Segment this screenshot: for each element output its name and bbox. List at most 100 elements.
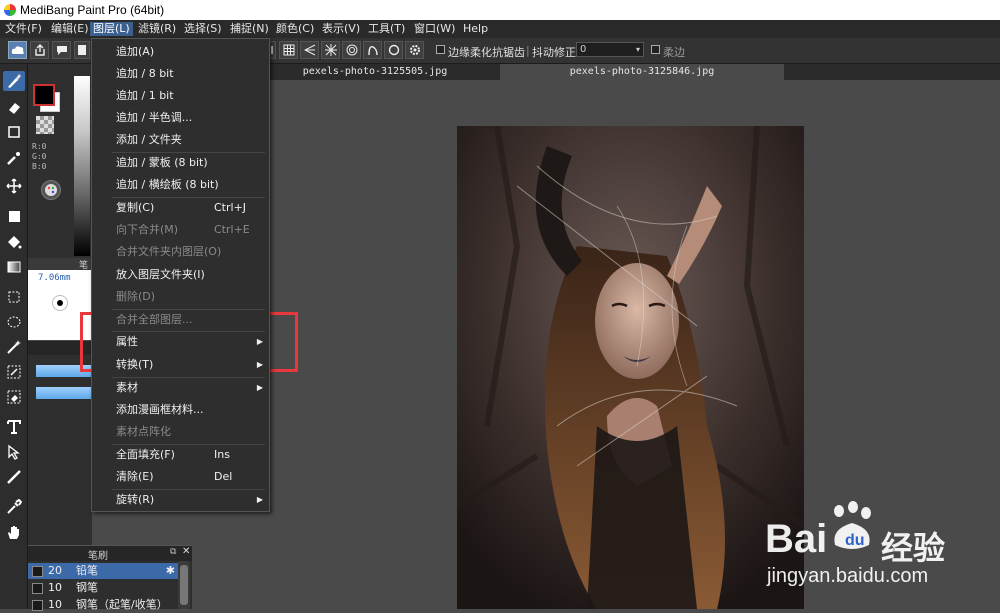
soft-edge-label: 柔边	[663, 46, 685, 59]
menu-snap[interactable]: 捕捉(N)	[227, 22, 272, 36]
detach-icon[interactable]: ⧉	[170, 547, 176, 557]
rect-select-tool-icon[interactable]	[3, 287, 25, 307]
gear-icon[interactable]: ✱	[166, 563, 175, 579]
menu-item-label: 旋转(R)	[116, 493, 155, 506]
menu-item-merge-all[interactable]: 合并全部图层...	[116, 310, 263, 330]
tab-document-1[interactable]: pexels-photo-3125505.jpg	[270, 64, 480, 80]
menu-item-put-in-folder[interactable]: 放入图层文件夹(I)	[116, 265, 263, 285]
menu-select[interactable]: 选择(S)	[181, 22, 225, 36]
menu-item-add[interactable]: 追加(A)	[116, 42, 263, 62]
radial-icon[interactable]	[321, 41, 340, 59]
transparent-color-swatch[interactable]	[36, 116, 54, 134]
rectangle-tool-icon[interactable]	[3, 122, 25, 142]
brush-tool-icon[interactable]	[3, 71, 25, 91]
brush-size: 20	[48, 564, 62, 577]
menu-item-clear[interactable]: 清除(E) Del	[116, 467, 263, 487]
cloud-icon[interactable]	[8, 41, 27, 59]
grid-icon[interactable]	[279, 41, 298, 59]
menu-item-merge-down[interactable]: 向下合并(M) Ctrl+E	[116, 220, 263, 240]
hand-tool-icon[interactable]	[3, 522, 25, 542]
menu-item-shortcut: Del	[214, 470, 233, 483]
menu-filter[interactable]: 滤镜(R)	[135, 22, 179, 36]
canvas-image[interactable]	[457, 126, 804, 609]
move-tool-icon[interactable]	[3, 176, 25, 196]
paw-logo-icon: du	[834, 501, 871, 549]
brightness-slider[interactable]	[74, 76, 90, 256]
brush-swatch	[32, 566, 43, 577]
menu-file[interactable]: 文件(F)	[2, 22, 45, 36]
menu-layer[interactable]: 图层(L)	[90, 22, 133, 36]
eraser-tool-icon[interactable]	[3, 97, 25, 117]
menu-help[interactable]: Help	[460, 22, 491, 36]
menu-item-rasterize-material[interactable]: 素材点阵化	[116, 422, 263, 442]
select-pen-tool-icon[interactable]	[3, 362, 25, 382]
operation-tool-icon[interactable]	[3, 442, 25, 462]
close-icon[interactable]: ✕	[182, 546, 190, 557]
menu-item-fill[interactable]: 全面填充(F) Ins	[116, 445, 263, 465]
menu-item-properties[interactable]: 属性 ▶	[116, 332, 263, 352]
menu-item-add-halftone[interactable]: 追加 / 半色调...	[116, 108, 263, 128]
menu-item-add-8bit[interactable]: 追加 / 8 bit	[116, 64, 263, 84]
palette-icon[interactable]	[41, 180, 61, 200]
tab-document-2[interactable]: pexels-photo-3125846.jpg	[500, 64, 784, 80]
lasso-tool-icon[interactable]	[3, 312, 25, 332]
brush-name: 铅笔	[76, 564, 98, 577]
menu-view[interactable]: 表示(V)	[319, 22, 363, 36]
menu-item-add-sketch[interactable]: 追加 / 横绘板 (8 bit)	[116, 175, 263, 195]
magic-wand-tool-icon[interactable]	[3, 337, 25, 357]
toolbar-divider: |	[526, 44, 530, 57]
menu-item-material[interactable]: 素材 ▶	[116, 378, 263, 398]
gear-icon[interactable]	[405, 41, 424, 59]
menu-item-add-mask[interactable]: 追加 / 蒙板 (8 bit)	[116, 153, 263, 173]
layer-blend-bar[interactable]	[36, 387, 92, 399]
menu-item-shortcut: Ctrl+J	[214, 201, 247, 214]
menu-item-add-comic-frame[interactable]: 添加漫画框材料...	[116, 400, 263, 420]
menu-bar: 文件(F) 编辑(E) 图层(L) 滤镜(R) 选择(S) 捕捉(N) 颜色(C…	[0, 20, 1000, 39]
stabilizer-select[interactable]: 0 ▾	[576, 42, 644, 57]
menu-item-delete[interactable]: 删除(D)	[116, 287, 263, 307]
bucket-tool-icon[interactable]	[3, 232, 25, 252]
foreground-color-swatch[interactable]	[33, 84, 55, 106]
menu-edit[interactable]: 编辑(E)	[48, 22, 92, 36]
circle-icon[interactable]	[384, 41, 403, 59]
scrollbar-thumb[interactable]	[180, 565, 188, 605]
menu-item-rotate[interactable]: 旋转(R) ▶	[116, 490, 263, 510]
menu-item-add-folder[interactable]: 添加 / 文件夹	[116, 130, 263, 150]
soft-edge-checkbox[interactable]	[651, 45, 660, 54]
gradient-tool-icon[interactable]	[3, 257, 25, 277]
share-icon[interactable]	[30, 41, 49, 59]
menu-item-duplicate[interactable]: 复制(C) Ctrl+J	[116, 198, 263, 218]
app-logo-icon	[4, 4, 16, 16]
menu-tools[interactable]: 工具(T)	[365, 22, 408, 36]
chevron-down-icon: ▾	[635, 45, 640, 54]
concentric-icon[interactable]	[342, 41, 361, 59]
brush-list-scrollbar[interactable]	[178, 561, 190, 609]
dot-brush-tool-icon[interactable]	[3, 148, 25, 168]
menu-item-label: 全面填充(F)	[116, 448, 175, 461]
doc-icon[interactable]	[74, 41, 90, 59]
menu-color[interactable]: 颜色(C)	[273, 22, 317, 36]
list-item[interactable]: 10 钢笔（起笔/收笔）	[28, 597, 178, 613]
text-tool-icon[interactable]	[3, 417, 25, 437]
antialias-checkbox[interactable]	[436, 45, 445, 54]
list-item[interactable]: 10 钢笔	[28, 580, 178, 596]
submenu-arrow-icon: ▶	[256, 360, 263, 369]
divide-tool-icon[interactable]	[3, 467, 25, 487]
menu-window[interactable]: 窗口(W)	[411, 22, 458, 36]
fill-rect-tool-icon[interactable]	[3, 206, 25, 226]
brush-name: 钢笔	[76, 581, 98, 594]
eyedropper-tool-icon[interactable]	[3, 497, 25, 517]
comment-icon[interactable]	[52, 41, 71, 59]
title-bar: MediBang Paint Pro (64bit)	[0, 0, 1000, 20]
select-eraser-tool-icon[interactable]	[3, 387, 25, 407]
rgb-blue-value: B:0	[32, 162, 47, 171]
curve-icon[interactable]	[363, 41, 382, 59]
menu-item-convert[interactable]: 转换(T) ▶	[116, 355, 263, 375]
window-title: MediBang Paint Pro (64bit)	[20, 3, 165, 17]
submenu-arrow-icon: ▶	[256, 383, 263, 392]
menu-item-merge-folder[interactable]: 合并文件夹内图层(O)	[116, 242, 263, 262]
perspective-icon[interactable]	[300, 41, 319, 59]
menu-item-label: 合并文件夹内图层(O)	[116, 245, 222, 258]
list-item[interactable]: 20 铅笔 ✱	[28, 563, 178, 579]
menu-item-add-1bit[interactable]: 追加 / 1 bit	[116, 86, 263, 106]
